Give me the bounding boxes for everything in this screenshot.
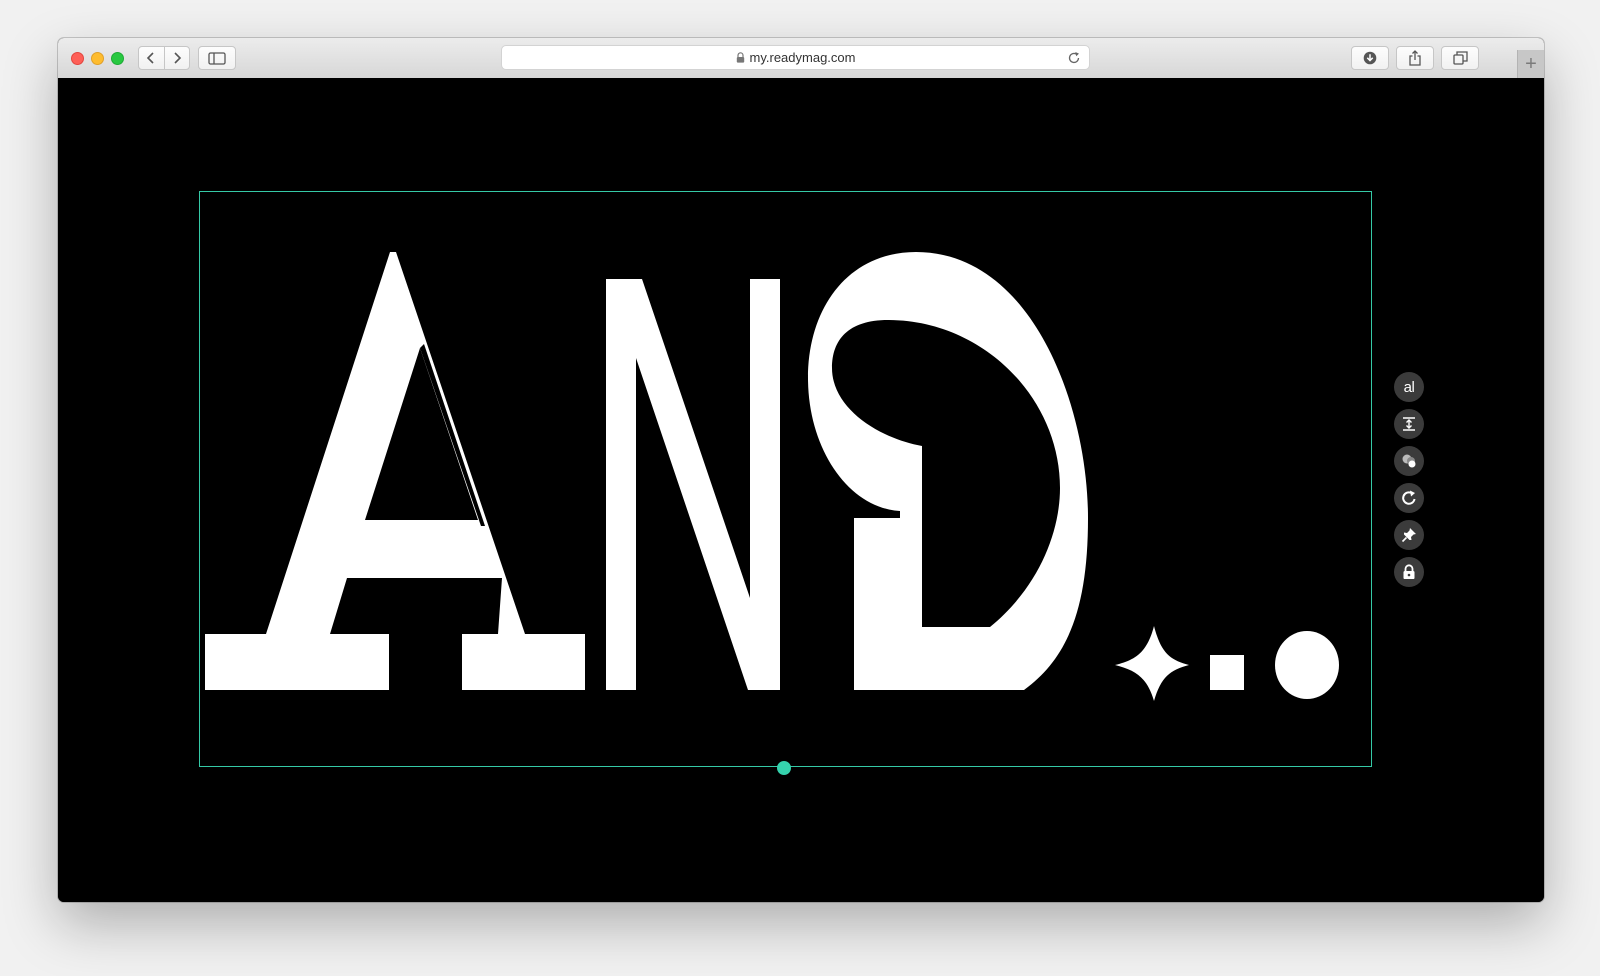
url-text: my.readymag.com bbox=[749, 50, 856, 65]
sidebar-toggle-button[interactable] bbox=[198, 46, 236, 70]
sidebar-icon bbox=[208, 51, 226, 65]
close-window-button[interactable] bbox=[71, 52, 84, 65]
address-bar[interactable]: my.readymag.com bbox=[501, 45, 1090, 70]
align-icon bbox=[1403, 417, 1415, 431]
download-icon bbox=[1363, 51, 1377, 65]
chevron-left-icon bbox=[147, 52, 154, 64]
share-icon bbox=[1409, 50, 1421, 66]
tabs-overview-button[interactable] bbox=[1441, 46, 1479, 70]
zoom-window-button[interactable] bbox=[111, 52, 124, 65]
effects-icon bbox=[1402, 454, 1416, 468]
rotate-tool-button[interactable] bbox=[1394, 483, 1424, 513]
reload-icon[interactable] bbox=[1067, 51, 1081, 68]
minimize-window-button[interactable] bbox=[91, 52, 104, 65]
pin-icon bbox=[1401, 528, 1416, 543]
align-tool-button[interactable] bbox=[1394, 409, 1424, 439]
plus-icon: + bbox=[1525, 53, 1537, 75]
tabs-icon bbox=[1452, 51, 1468, 65]
lock-tool-button[interactable] bbox=[1394, 557, 1424, 587]
rotate-icon bbox=[1402, 490, 1416, 505]
back-button[interactable] bbox=[139, 47, 164, 69]
pin-tool-button[interactable] bbox=[1394, 520, 1424, 550]
downloads-button[interactable] bbox=[1351, 46, 1389, 70]
editor-canvas[interactable]: al bbox=[58, 78, 1544, 902]
history-nav bbox=[138, 46, 190, 70]
widget-toolbar: al bbox=[1394, 372, 1426, 594]
browser-titlebar: my.readymag.com + bbox=[58, 38, 1544, 79]
lock-icon bbox=[1403, 564, 1415, 579]
chevron-right-icon bbox=[174, 52, 181, 64]
new-tab-button[interactable]: + bbox=[1517, 50, 1544, 78]
share-button[interactable] bbox=[1396, 46, 1434, 70]
selection-frame[interactable] bbox=[199, 191, 1372, 767]
forward-button[interactable] bbox=[163, 47, 190, 69]
effects-tool-button[interactable] bbox=[1394, 446, 1424, 476]
text-tool-button[interactable]: al bbox=[1394, 372, 1424, 402]
resize-handle[interactable] bbox=[777, 761, 791, 775]
text-icon: al bbox=[1403, 378, 1415, 396]
lock-icon bbox=[736, 52, 745, 63]
browser-window: my.readymag.com + al bbox=[58, 38, 1544, 902]
